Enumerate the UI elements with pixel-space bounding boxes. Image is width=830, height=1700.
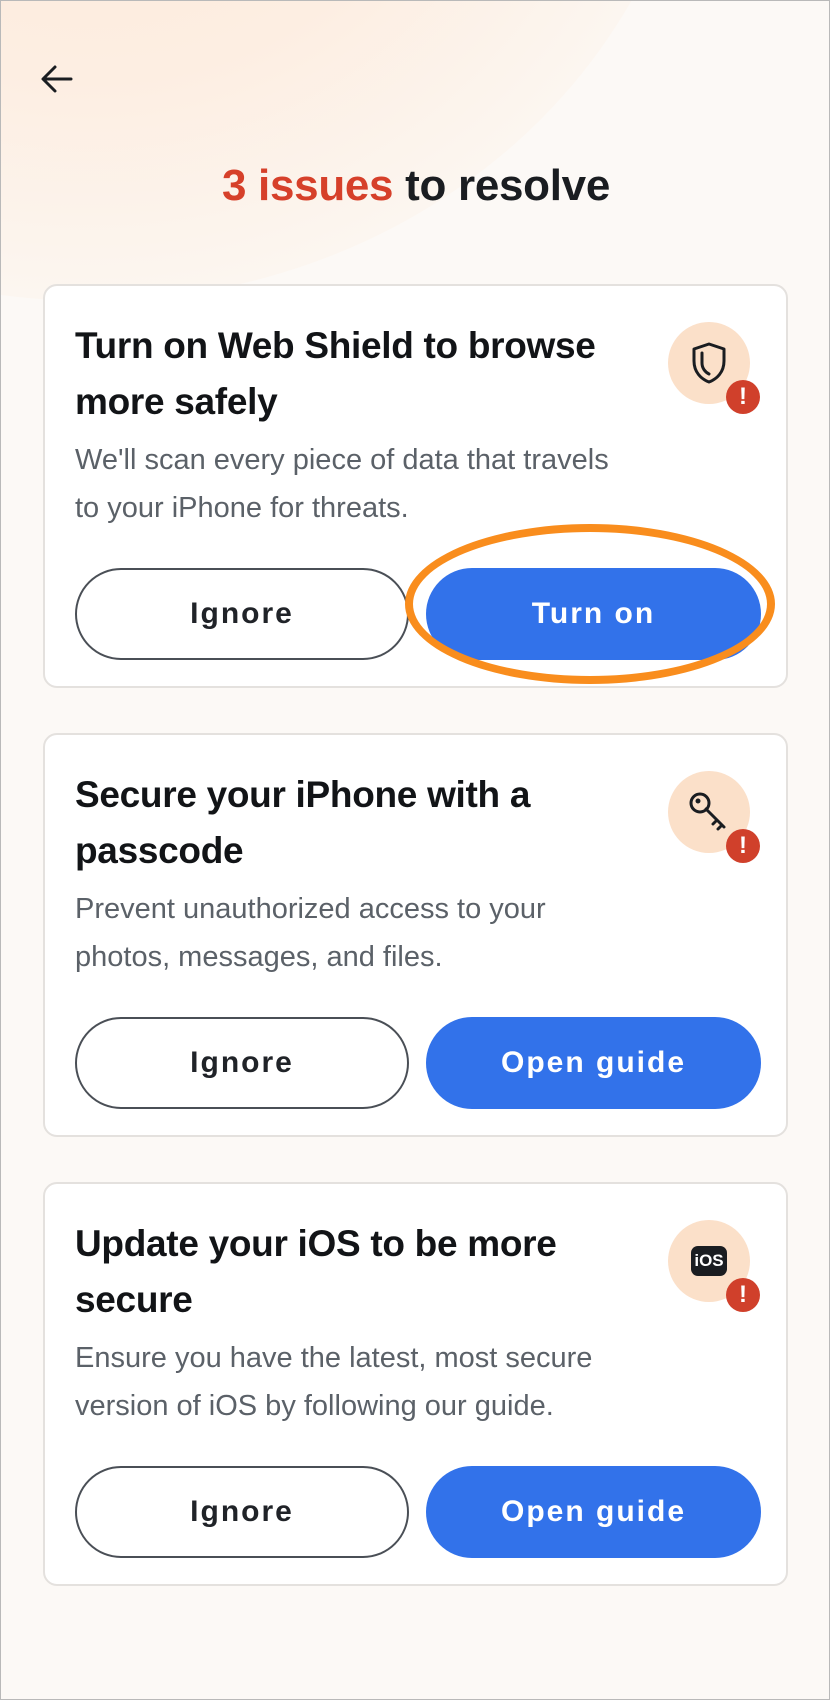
ios-icon: iOS — [691, 1246, 727, 1276]
back-button[interactable] — [37, 59, 77, 99]
ignore-button[interactable]: Ignore — [75, 1466, 409, 1558]
key-icon — [689, 792, 726, 831]
card-description: Ensure you have the latest, most secure … — [75, 1342, 593, 1422]
ignore-button[interactable]: Ignore — [75, 568, 409, 660]
open-guide-button[interactable]: Open guide — [426, 1466, 761, 1558]
issue-card-web-shield: Turn on Web Shield to browse more safely… — [43, 284, 788, 688]
open-guide-button[interactable]: Open guide — [426, 1017, 761, 1109]
page-title: 3 issues to resolve — [1, 161, 829, 211]
card-description: Prevent unauthorized access to your phot… — [75, 893, 546, 973]
alert-icon: ! — [726, 1278, 760, 1312]
turn-on-button[interactable]: Turn on — [426, 568, 761, 660]
background-glow — [1, 1, 701, 301]
card-title: Update your iOS to be more secure — [75, 1223, 557, 1320]
issue-card-passcode: Secure your iPhone with a passcode Preve… — [43, 733, 788, 1137]
alert-icon: ! — [726, 829, 760, 863]
title-text: to resolve — [393, 161, 611, 210]
ignore-button[interactable]: Ignore — [75, 1017, 409, 1109]
alert-icon: ! — [726, 380, 760, 414]
card-title: Secure your iPhone with a passcode — [75, 774, 531, 871]
issues-count: 3 issues — [221, 161, 394, 210]
card-description: We'll scan every piece of data that trav… — [75, 444, 609, 524]
shield-icon — [692, 342, 726, 384]
arrow-left-icon — [41, 65, 73, 93]
issues-screen: 3 issues to resolve Turn on Web Shield t… — [0, 0, 830, 1700]
issue-card-ios-update: Update your iOS to be more secure Ensure… — [43, 1182, 788, 1586]
card-title: Turn on Web Shield to browse more safely — [75, 325, 596, 422]
